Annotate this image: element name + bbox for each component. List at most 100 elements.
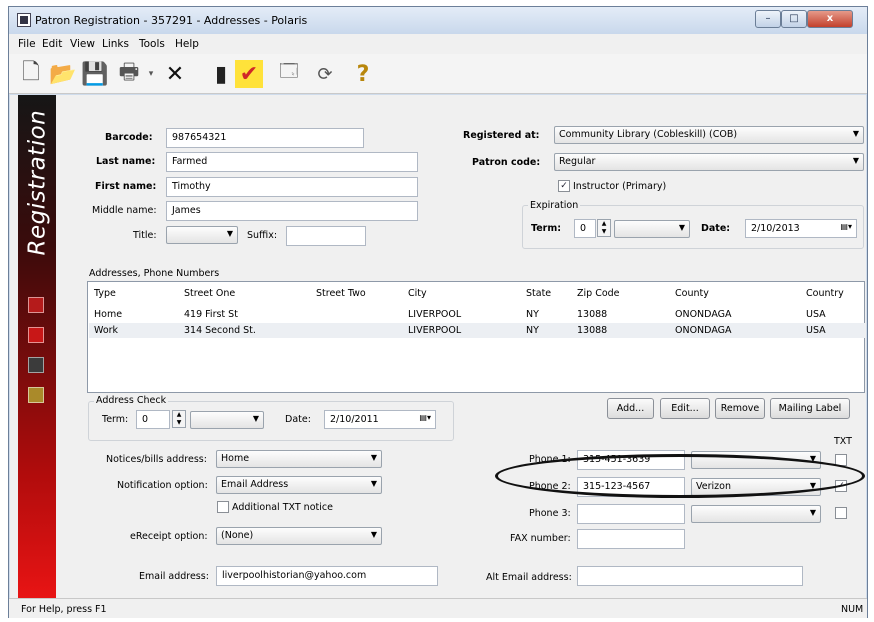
suffix-label: Suffix: (247, 230, 278, 241)
refresh-icon[interactable]: ⟳ (311, 60, 339, 88)
remove-address-button[interactable]: Remove (715, 398, 765, 419)
expiration-term-label: Term: (531, 223, 562, 234)
instructor-label: Instructor (Primary) (573, 181, 667, 192)
column-header-country[interactable]: Country (806, 288, 844, 299)
minimize-button[interactable]: – (755, 10, 781, 28)
phone3-txt-checkbox[interactable] (835, 507, 847, 519)
ereceipt-option-label: eReceipt option: (130, 531, 208, 542)
patron-code-label: Patron code: (472, 157, 541, 168)
expiration-date-field[interactable]: 2/10/2013 ▤▾ (745, 219, 857, 238)
mailing-label-button[interactable]: Mailing Label (770, 398, 850, 419)
highlight-ellipse (495, 454, 865, 498)
expiration-term-unit-select[interactable]: ▼ (614, 220, 690, 238)
column-header-city[interactable]: City (408, 288, 427, 299)
ereceipt-option-select[interactable]: (None) ▼ (216, 527, 382, 545)
items-icon[interactable] (28, 357, 44, 373)
first-name-field[interactable]: Timothy (166, 177, 418, 197)
notices-bills-address-select[interactable]: Home ▼ (216, 450, 382, 468)
txt-column-label: TXT (834, 436, 852, 447)
address-check-date-field[interactable]: 2/10/2011 ▤▾ (324, 410, 436, 429)
expiration-label: Expiration (528, 200, 581, 211)
open-folder-icon[interactable]: 📂 (49, 60, 77, 88)
registration-sidebar: Registration (18, 95, 56, 598)
last-name-label: Last name: (96, 156, 156, 167)
addresses-section-label: Addresses, Phone Numbers (89, 268, 220, 279)
column-header-zip[interactable]: Zip Code (577, 288, 620, 299)
window-title: Patron Registration - 357291 - Addresses… (35, 14, 308, 27)
notification-option-select[interactable]: Email Address ▼ (216, 476, 382, 494)
menu-bar: File Edit View Links Tools Help (9, 34, 867, 54)
delete-icon[interactable]: ✕ (161, 60, 189, 88)
additional-txt-label: Additional TXT notice (232, 502, 333, 513)
new-icon[interactable]: 🗋 (17, 60, 45, 88)
column-header-type[interactable]: Type (94, 288, 116, 299)
alt-email-address-label: Alt Email address: (486, 572, 572, 583)
phone3-label: Phone 3: (529, 508, 571, 519)
status-help-text: For Help, press F1 (21, 604, 107, 615)
additional-txt-checkbox[interactable] (217, 501, 229, 513)
address-check-term-field[interactable]: 0 (136, 410, 170, 429)
address-check-term-unit-select[interactable]: ▼ (190, 411, 264, 429)
suffix-field[interactable] (286, 226, 366, 246)
first-name-label: First name: (95, 181, 157, 192)
save-icon[interactable]: 💾 (81, 60, 109, 88)
expiration-term-field[interactable]: 0 (574, 219, 596, 238)
expiration-term-spinner[interactable]: ▲ ▼ (597, 219, 611, 237)
phone3-carrier-select[interactable]: ▼ (691, 505, 821, 523)
column-header-county[interactable]: County (675, 288, 709, 299)
barcode-label: Barcode: (105, 132, 153, 143)
last-name-field[interactable]: Farmed (166, 152, 418, 172)
barcode-field[interactable]: 987654321 (166, 128, 364, 148)
patron-status-icon[interactable]: ▮ (207, 60, 235, 88)
close-button[interactable]: x (807, 10, 853, 28)
address-check-label: Address Check (94, 395, 169, 406)
registration-form: Registration Barcode: 987654321 Last nam… (10, 95, 866, 598)
calendar-icon[interactable]: ▤▾ (840, 222, 852, 231)
print-icon[interactable]: 🖶 (115, 60, 143, 88)
middle-name-field[interactable]: James (166, 201, 418, 221)
column-header-street-two[interactable]: Street Two (316, 288, 366, 299)
maximize-button[interactable]: □ (781, 10, 807, 28)
notification-option-label: Notification option: (117, 480, 208, 491)
column-header-street-one[interactable]: Street One (184, 288, 235, 299)
status-num-indicator: NUM (841, 604, 864, 615)
title-select[interactable]: ▼ (166, 226, 238, 244)
check-icon[interactable]: ✔ (235, 60, 263, 88)
registered-at-label: Registered at: (463, 130, 540, 141)
address-check-date-label: Date: (285, 414, 311, 425)
email-address-field[interactable]: liverpoolhistorian@yahoo.com (216, 566, 438, 586)
status-bar: For Help, press F1 NUM (9, 598, 867, 618)
phone3-field[interactable] (577, 504, 685, 524)
menu-file[interactable]: File (18, 38, 36, 50)
menu-links[interactable]: Links (102, 38, 129, 50)
toolbar: 🗋 📂 💾 🖶 ▾ ✕ ▮ ✔ 🗔 ⟳ ? (9, 54, 867, 94)
registered-at-select[interactable]: Community Library (Cobleskill) (COB) ▼ (554, 126, 864, 144)
fax-number-field[interactable] (577, 529, 685, 549)
address-check-term-spinner[interactable]: ▲ ▼ (172, 410, 186, 428)
sidebar-title: Registration (24, 109, 51, 256)
print-dropdown-icon[interactable]: ▾ (145, 60, 157, 88)
fax-number-label: FAX number: (510, 533, 571, 544)
calendar-icon[interactable]: ▤▾ (419, 413, 431, 422)
middle-name-label: Middle name: (92, 205, 157, 216)
address-check-term-label: Term: (102, 414, 129, 425)
edit-address-button[interactable]: Edit... (660, 398, 710, 419)
help-icon[interactable]: ? (349, 60, 377, 88)
addresses-table: Type Street One Street Two City State Zi… (87, 281, 865, 393)
menu-tools[interactable]: Tools (139, 38, 165, 50)
notices-bills-address-label: Notices/bills address: (106, 454, 207, 465)
properties-icon[interactable]: 🗔 (275, 60, 303, 88)
add-address-button[interactable]: Add... (607, 398, 654, 419)
alt-email-address-field[interactable] (577, 566, 803, 586)
instructor-checkbox[interactable]: ✓ (558, 180, 570, 192)
patron-code-select[interactable]: Regular ▼ (554, 153, 864, 171)
title-bar[interactable]: Patron Registration - 357291 - Addresses… (9, 7, 867, 34)
record-icon[interactable] (28, 327, 44, 343)
account-icon[interactable] (28, 387, 44, 403)
menu-edit[interactable]: Edit (42, 38, 62, 50)
patron-view-icon[interactable] (28, 297, 44, 313)
menu-view[interactable]: View (70, 38, 95, 50)
column-header-state[interactable]: State (526, 288, 551, 299)
menu-help[interactable]: Help (175, 38, 199, 50)
email-address-label: Email address: (139, 571, 209, 582)
